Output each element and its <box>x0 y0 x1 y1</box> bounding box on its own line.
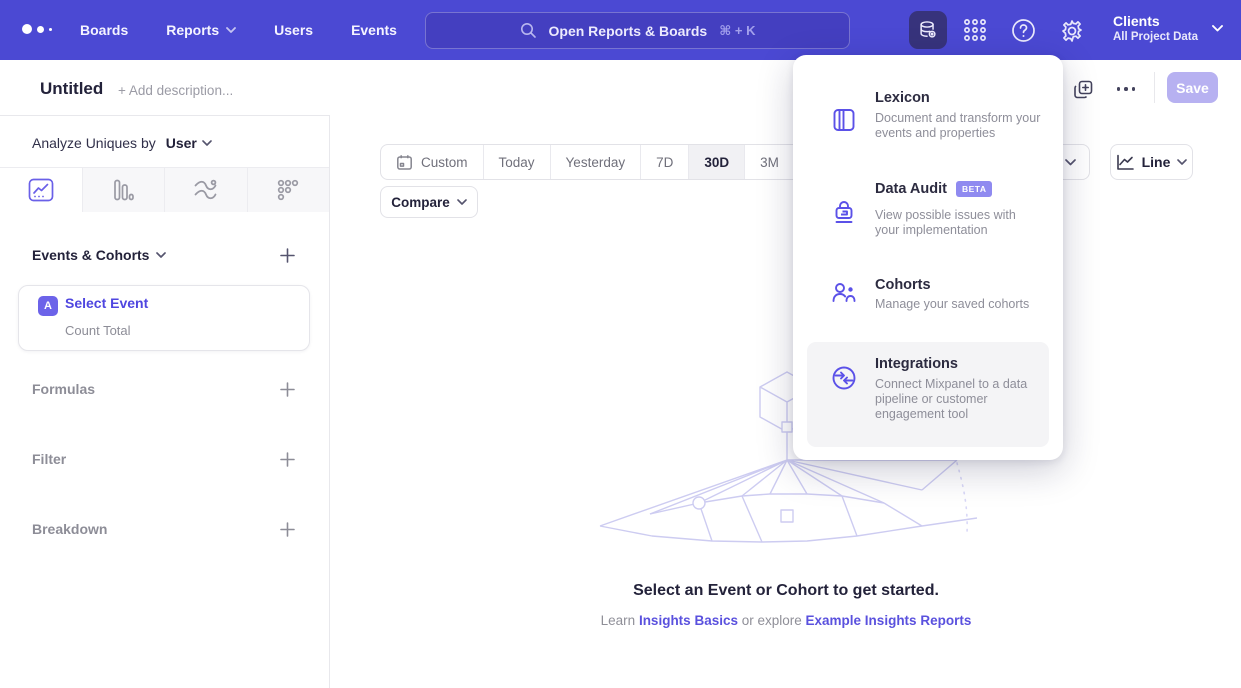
more-options-button[interactable] <box>1113 84 1139 94</box>
chevron-down-icon <box>226 27 236 33</box>
project-switcher[interactable]: Clients All Project Data <box>1113 12 1223 45</box>
example-reports-link[interactable]: Example Insights Reports <box>806 613 972 628</box>
metric-dots-icon <box>276 178 300 202</box>
nav-item-users[interactable]: Users <box>274 22 313 38</box>
help-button[interactable] <box>1011 18 1036 43</box>
range-today[interactable]: Today <box>483 145 550 179</box>
cohorts-people-icon <box>831 280 857 306</box>
count-total-label[interactable]: Count Total <box>65 323 131 338</box>
analyze-uniques-row: Analyze Uniques by User <box>32 135 212 151</box>
global-search-input[interactable]: Open Reports & Boards ⌘ + K <box>425 12 850 49</box>
range-3m[interactable]: 3M <box>744 145 794 179</box>
settings-button[interactable] <box>1059 18 1085 44</box>
data-management-button[interactable] <box>909 11 947 49</box>
range-yesterday[interactable]: Yesterday <box>550 145 641 179</box>
chart-type-tabs <box>0 167 329 212</box>
menu-item-data-audit[interactable]: Data Audit BETA View possible issues wit… <box>807 177 1049 272</box>
header-divider <box>1154 72 1155 103</box>
add-formula-button[interactable] <box>277 379 297 399</box>
chevron-down-icon <box>1177 159 1187 165</box>
duplicate-icon <box>1073 79 1094 100</box>
analyze-label: Analyze Uniques by <box>32 135 156 151</box>
range-custom[interactable]: Custom <box>381 145 483 179</box>
mixpanel-logo-icon[interactable] <box>22 24 52 34</box>
lexicon-book-icon <box>831 107 857 133</box>
event-row-a[interactable]: A Select Event Count Total <box>18 285 310 351</box>
chevron-down-icon <box>156 252 166 258</box>
plus-icon <box>280 248 295 263</box>
tab-flow-chart[interactable] <box>164 168 247 212</box>
nav-item-reports[interactable]: Reports <box>166 22 236 38</box>
search-placeholder: Open Reports & Boards <box>549 23 708 39</box>
search-shortcut: ⌘ + K <box>719 23 755 39</box>
top-nav: Boards Reports Users Events Open Reports… <box>0 0 1241 60</box>
events-cohorts-section-header[interactable]: Events & Cohorts <box>32 247 166 263</box>
chevron-down-icon <box>1212 25 1223 32</box>
plus-icon <box>280 452 295 467</box>
chart-style-dropdown[interactable]: Line <box>1110 144 1193 180</box>
plus-icon <box>280 522 295 537</box>
save-button[interactable]: Save <box>1167 72 1218 103</box>
compare-dropdown[interactable]: Compare <box>380 186 478 218</box>
duplicate-button[interactable] <box>1071 77 1095 101</box>
beta-badge: BETA <box>956 181 993 197</box>
report-title[interactable]: Untitled <box>40 79 103 99</box>
formulas-section-header[interactable]: Formulas <box>32 381 95 397</box>
chevron-down-icon <box>457 199 467 205</box>
menu-item-lexicon[interactable]: Lexicon Document and transform your even… <box>807 87 1049 177</box>
nav-item-boards[interactable]: Boards <box>80 22 128 38</box>
add-event-button[interactable] <box>277 245 297 265</box>
menu-item-integrations[interactable]: Integrations Connect Mixpanel to a data … <box>807 342 1049 447</box>
tab-metric-chart[interactable] <box>247 168 330 212</box>
project-name: All Project Data <box>1113 30 1198 45</box>
tab-line-chart[interactable] <box>0 168 82 212</box>
data-tools-popover: Lexicon Document and transform your even… <box>793 55 1063 460</box>
tab-bar-chart[interactable] <box>82 168 165 212</box>
filter-section-header[interactable]: Filter <box>32 451 66 467</box>
analyze-entity-dropdown[interactable]: User <box>166 135 212 151</box>
integrations-sync-icon <box>831 365 857 391</box>
range-7d[interactable]: 7D <box>640 145 688 179</box>
gear-icon <box>1059 18 1085 44</box>
nav-menu: Boards Reports Users Events <box>80 0 397 60</box>
select-event-label[interactable]: Select Event <box>65 295 148 311</box>
line-chart-icon <box>1116 154 1135 171</box>
empty-state-subtitle: Learn Insights Basics or explore Example… <box>331 613 1241 628</box>
search-icon <box>520 22 537 39</box>
bar-chart-icon <box>111 178 135 202</box>
breakdown-section-header[interactable]: Breakdown <box>32 521 107 537</box>
add-description[interactable]: + Add description... <box>118 83 233 98</box>
add-filter-button[interactable] <box>277 449 297 469</box>
insights-basics-link[interactable]: Insights Basics <box>639 613 738 628</box>
chevron-down-icon <box>1065 159 1076 166</box>
apps-grid-button[interactable] <box>961 16 989 44</box>
range-30d-selected[interactable]: 30D <box>688 145 744 179</box>
nav-item-events[interactable]: Events <box>351 22 397 38</box>
flows-icon <box>193 179 218 201</box>
data-audit-icon <box>831 199 857 225</box>
event-series-badge: A <box>38 296 58 316</box>
add-breakdown-button[interactable] <box>277 519 297 539</box>
database-gear-icon <box>917 19 939 41</box>
org-name: Clients <box>1113 12 1198 30</box>
menu-item-cohorts[interactable]: Cohorts Manage your saved cohorts <box>807 272 1049 340</box>
empty-state-title: Select an Event or Cohort to get started… <box>331 582 1241 600</box>
plus-icon <box>280 382 295 397</box>
nine-dots-grid-icon <box>962 17 988 43</box>
calendar-icon <box>396 154 413 171</box>
chevron-down-icon <box>202 140 212 146</box>
question-circle-icon <box>1011 18 1036 43</box>
line-chart-icon <box>28 178 54 202</box>
